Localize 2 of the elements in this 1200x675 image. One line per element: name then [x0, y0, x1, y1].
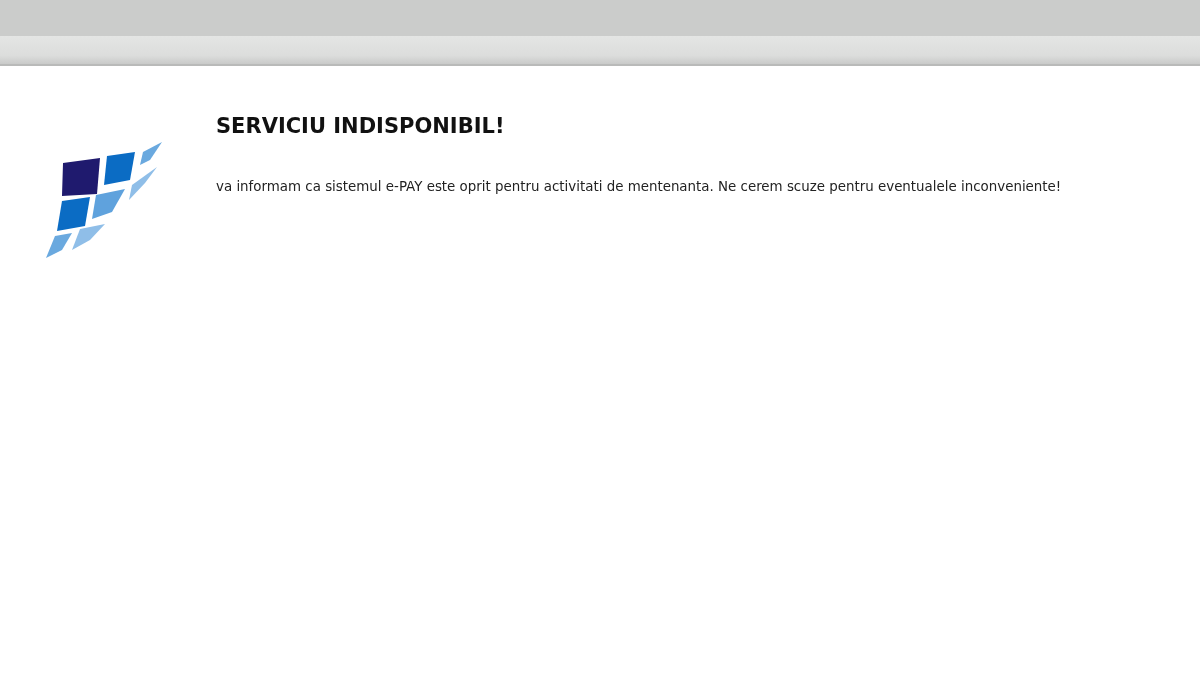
- maintenance-message: va informam ca sistemul e-PAY este oprit pentru activitati de mentenanta. Ne cerem scuze pentru eventualele inconveniente!: [216, 178, 1062, 197]
- page-title: SERVICIU INDISPONIBIL!: [216, 114, 506, 140]
